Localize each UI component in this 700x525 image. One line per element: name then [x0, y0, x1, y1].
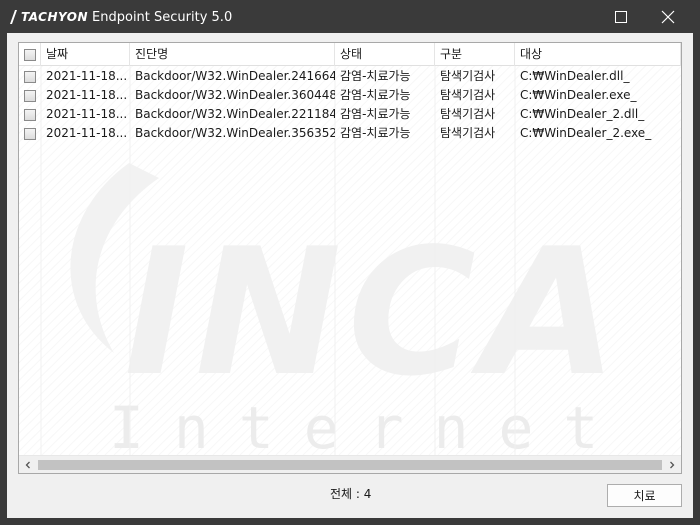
table-row[interactable]: 2021-11-18... Backdoor/W32.WinDealer.221…: [19, 105, 681, 124]
row-diagnosis-name: Backdoor/W32.WinDealer.241664: [135, 69, 335, 83]
watermark-logo-text: INCA: [124, 212, 623, 415]
list-rows: 2021-11-18... Backdoor/W32.WinDealer.241…: [19, 67, 681, 143]
row-date: 2021-11-18...: [46, 69, 128, 83]
title-bar: TACHYON Endpoint Security 5.0: [0, 0, 700, 33]
table-row[interactable]: 2021-11-18... Backdoor/W32.WinDealer.360…: [19, 86, 681, 105]
chevron-left-icon: [25, 461, 30, 469]
select-all-checkbox[interactable]: [24, 48, 36, 61]
row-type: 탐색기검사: [440, 88, 496, 102]
row-target: C:₩WinDealer_2.exe_: [520, 126, 652, 140]
row-type: 탐색기검사: [440, 126, 496, 140]
table-row[interactable]: 2021-11-18... Backdoor/W32.WinDealer.356…: [19, 124, 681, 143]
row-date: 2021-11-18...: [46, 107, 128, 121]
watermark-sub-text: Internet: [109, 394, 628, 455]
scrollbar-thumb[interactable]: [38, 460, 662, 470]
scroll-right-button[interactable]: [663, 456, 681, 473]
watermark-swoosh: [70, 163, 159, 353]
dialog-content: INCA Internet 날짜 진단명 상태 구분 대상 2021-11-18…: [7, 33, 693, 518]
row-type: 탐색기검사: [440, 107, 496, 121]
tachyon-bolt-icon: [10, 10, 17, 24]
header-diagnosis-name[interactable]: 진단명: [130, 43, 335, 66]
header-status[interactable]: 상태: [335, 43, 435, 66]
row-target: C:₩WinDealer.exe_: [520, 88, 637, 102]
cure-button[interactable]: 치료: [607, 484, 682, 507]
row-checkbox[interactable]: [24, 70, 36, 83]
horizontal-scrollbar[interactable]: [19, 455, 681, 473]
row-checkbox[interactable]: [24, 127, 36, 140]
header-target[interactable]: 대상: [515, 43, 681, 66]
row-type: 탐색기검사: [440, 69, 496, 83]
header-date[interactable]: 날짜: [41, 43, 130, 66]
scroll-left-button[interactable]: [19, 456, 37, 473]
row-status: 감염-치료가능: [340, 126, 411, 140]
chevron-right-icon: [670, 461, 675, 469]
detection-list[interactable]: INCA Internet 날짜 진단명 상태 구분 대상 2021-11-18…: [18, 42, 682, 474]
row-status: 감염-치료가능: [340, 107, 411, 121]
row-diagnosis-name: Backdoor/W32.WinDealer.360448: [135, 88, 335, 102]
row-checkbox[interactable]: [24, 108, 36, 121]
row-target: C:₩WinDealer.dll_: [520, 69, 630, 83]
row-status: 감염-치료가능: [340, 88, 411, 102]
close-icon: [661, 10, 675, 23]
row-checkbox[interactable]: [24, 89, 36, 102]
app-brand: TACHYON: [21, 10, 89, 24]
maximize-icon: [615, 10, 627, 23]
total-count: 전체 : 4: [330, 487, 372, 501]
close-button[interactable]: [645, 0, 691, 33]
header-select-all[interactable]: [19, 43, 41, 66]
row-date: 2021-11-18...: [46, 126, 128, 140]
row-diagnosis-name: Backdoor/W32.WinDealer.356352: [135, 126, 335, 140]
list-header: 날짜 진단명 상태 구분 대상: [19, 43, 681, 66]
app-logo: TACHYON Endpoint Security 5.0: [8, 9, 232, 25]
row-target: C:₩WinDealer_2.dll_: [520, 107, 645, 121]
maximize-button[interactable]: [598, 0, 644, 33]
row-date: 2021-11-18...: [46, 88, 128, 102]
row-status: 감염-치료가능: [340, 69, 411, 83]
window-title: Endpoint Security 5.0: [92, 9, 233, 25]
table-row[interactable]: 2021-11-18... Backdoor/W32.WinDealer.241…: [19, 67, 681, 86]
header-type[interactable]: 구분: [435, 43, 515, 66]
row-diagnosis-name: Backdoor/W32.WinDealer.221184: [135, 107, 335, 121]
